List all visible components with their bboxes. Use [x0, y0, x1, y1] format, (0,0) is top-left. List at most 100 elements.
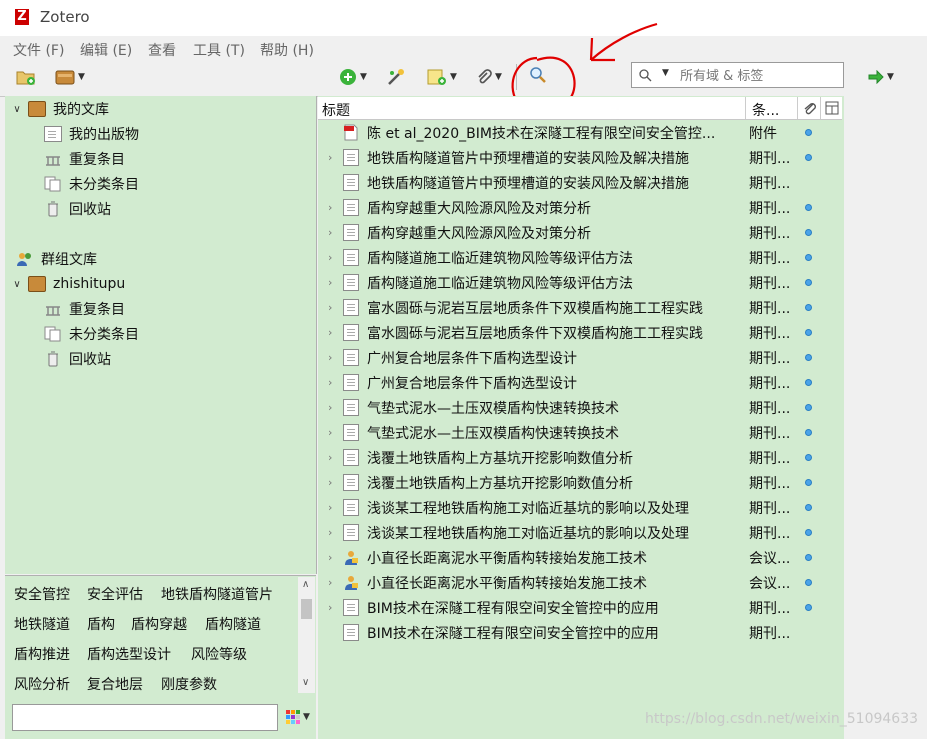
attachment-status-dot[interactable]	[805, 579, 812, 586]
item-row[interactable]: › 地铁盾构隧道管片中预埋槽道的安装风险及解决措施 期刊...	[318, 145, 842, 170]
attachment-status-dot[interactable]	[805, 529, 812, 536]
search-mode-dropdown-icon[interactable]: ▼	[662, 68, 669, 78]
tag[interactable]: 安全管控	[14, 584, 70, 604]
item-row[interactable]: › 气垫式泥水—土压双模盾构快速转换技术 期刊...	[318, 420, 842, 445]
attachment-icon[interactable]	[803, 100, 817, 116]
attachment-status-dot[interactable]	[805, 554, 812, 561]
tag[interactable]: 复合地层	[87, 674, 143, 694]
item-row[interactable]: › 盾构穿越重大风险源风险及对策分析 期刊...	[318, 220, 842, 245]
chevron-right-icon[interactable]: ›	[328, 326, 332, 339]
tag-actions-button[interactable]: ▼	[286, 710, 310, 724]
item-row[interactable]: › 富水圆砾与泥岩互层地质条件下双模盾构施工工程实践 期刊...	[318, 320, 842, 345]
column-title[interactable]: 标题	[322, 100, 350, 120]
chevron-right-icon[interactable]: ›	[328, 426, 332, 439]
new-collection-button[interactable]	[14, 66, 38, 88]
column-item-type[interactable]: 条...	[752, 100, 779, 120]
chevron-right-icon[interactable]: ›	[328, 226, 332, 239]
tree-duplicates[interactable]: 重复条目	[44, 147, 125, 171]
tag[interactable]: 盾构推进	[14, 644, 70, 664]
chevron-right-icon[interactable]: ›	[328, 301, 332, 314]
column-picker-icon[interactable]	[825, 101, 839, 115]
tag[interactable]: 盾构穿越	[131, 614, 187, 634]
chevron-right-icon[interactable]: ›	[328, 526, 332, 539]
search-input[interactable]	[678, 65, 842, 87]
chevron-up-icon[interactable]: ∧	[302, 579, 309, 590]
item-row[interactable]: › 富水圆砾与泥岩互层地质条件下双模盾构施工工程实践 期刊...	[318, 295, 842, 320]
attachment-status-dot[interactable]	[805, 454, 812, 461]
item-row[interactable]: › 气垫式泥水—土压双模盾构快速转换技术 期刊...	[318, 395, 842, 420]
tree-my-library[interactable]: ∨ 我的文库	[12, 97, 109, 121]
item-row[interactable]: › 浅覆土地铁盾构上方基坑开挖影响数值分析 期刊...	[318, 445, 842, 470]
item-row[interactable]: › 浅谈某工程地铁盾构施工对临近基坑的影响以及处理 期刊...	[318, 520, 842, 545]
menu-file[interactable]: 文件 (F)	[13, 40, 64, 60]
chevron-down-icon[interactable]: ∨	[302, 677, 309, 688]
attachment-status-dot[interactable]	[805, 504, 812, 511]
chevron-right-icon[interactable]: ›	[328, 251, 332, 264]
attachment-status-dot[interactable]	[805, 129, 812, 136]
tree-unfiled[interactable]: 未分类条目	[44, 172, 139, 196]
item-row[interactable]: › 盾构穿越重大风险源风险及对策分析 期刊...	[318, 195, 842, 220]
item-row[interactable]: › 盾构隧道施工临近建筑物风险等级评估方法 期刊...	[318, 270, 842, 295]
item-row[interactable]: 陈 et al_2020_BIM技术在深隧工程有限空间安全管控... 附件	[318, 120, 842, 145]
attachment-status-dot[interactable]	[805, 479, 812, 486]
tag-filter-input[interactable]	[12, 704, 278, 731]
new-item-button[interactable]: ▼	[334, 66, 372, 88]
tag[interactable]: 盾构选型设计	[87, 644, 171, 664]
tag[interactable]: 风险等级	[191, 644, 247, 664]
tag[interactable]: 地铁盾构隧道管片	[161, 584, 273, 604]
add-by-identifier-button[interactable]	[384, 66, 408, 88]
menu-edit[interactable]: 编辑 (E)	[80, 40, 132, 60]
attachment-status-dot[interactable]	[805, 254, 812, 261]
menu-view[interactable]: 查看	[148, 40, 176, 60]
attachment-status-dot[interactable]	[805, 304, 812, 311]
attachment-status-dot[interactable]	[805, 604, 812, 611]
tag[interactable]: 盾构隧道	[205, 614, 261, 634]
chevron-right-icon[interactable]: ›	[328, 551, 332, 564]
item-row[interactable]: 地铁盾构隧道管片中预埋槽道的安装风险及解决措施 期刊...	[318, 170, 842, 195]
chevron-down-icon[interactable]: ∨	[12, 104, 22, 115]
item-row[interactable]: BIM技术在深隧工程有限空间安全管控中的应用 期刊...	[318, 620, 842, 645]
tag[interactable]: 刚度参数	[161, 674, 217, 694]
tree-my-publications[interactable]: 我的出版物	[44, 122, 139, 146]
chevron-right-icon[interactable]: ›	[328, 351, 332, 364]
tree-group-zhishitupu[interactable]: ∨ zhishitupu	[12, 272, 125, 296]
attachment-status-dot[interactable]	[805, 279, 812, 286]
tree-group-trash[interactable]: 回收站	[44, 347, 111, 371]
new-library-button[interactable]: ▼	[50, 66, 90, 88]
scrollbar-thumb[interactable]	[301, 599, 312, 619]
chevron-right-icon[interactable]: ›	[328, 376, 332, 389]
new-note-button[interactable]: ▼	[422, 66, 462, 88]
attachment-status-dot[interactable]	[805, 154, 812, 161]
chevron-right-icon[interactable]: ›	[328, 476, 332, 489]
locate-button[interactable]: ▼	[862, 66, 900, 88]
menu-tools[interactable]: 工具 (T)	[193, 40, 245, 60]
chevron-right-icon[interactable]: ›	[328, 201, 332, 214]
item-row[interactable]: › 浅覆土地铁盾构上方基坑开挖影响数值分析 期刊...	[318, 470, 842, 495]
item-row[interactable]: › BIM技术在深隧工程有限空间安全管控中的应用 期刊...	[318, 595, 842, 620]
tree-group-duplicates[interactable]: 重复条目	[44, 297, 125, 321]
item-row[interactable]: › 盾构隧道施工临近建筑物风险等级评估方法 期刊...	[318, 245, 842, 270]
tag[interactable]: 安全评估	[87, 584, 143, 604]
item-row[interactable]: › 广州复合地层条件下盾构选型设计 期刊...	[318, 370, 842, 395]
tag[interactable]: 风险分析	[14, 674, 70, 694]
item-row[interactable]: › 小直径长距离泥水平衡盾构转接始发施工技术 会议...	[318, 570, 842, 595]
item-row[interactable]: › 小直径长距离泥水平衡盾构转接始发施工技术 会议...	[318, 545, 842, 570]
attachment-status-dot[interactable]	[805, 404, 812, 411]
attachment-status-dot[interactable]	[805, 429, 812, 436]
attachment-status-dot[interactable]	[805, 229, 812, 236]
attachment-status-dot[interactable]	[805, 354, 812, 361]
chevron-right-icon[interactable]: ›	[328, 401, 332, 414]
attachment-status-dot[interactable]	[805, 379, 812, 386]
item-row[interactable]: › 广州复合地层条件下盾构选型设计 期刊...	[318, 345, 842, 370]
chevron-right-icon[interactable]: ›	[328, 501, 332, 514]
chevron-right-icon[interactable]: ›	[328, 601, 332, 614]
chevron-right-icon[interactable]: ›	[328, 451, 332, 464]
chevron-right-icon[interactable]: ›	[328, 276, 332, 289]
item-row[interactable]: › 浅谈某工程地铁盾构施工对临近基坑的影响以及处理 期刊...	[318, 495, 842, 520]
attachment-status-dot[interactable]	[805, 329, 812, 336]
quick-search-box[interactable]: ▼	[631, 62, 844, 88]
tree-group-unfiled[interactable]: 未分类条目	[44, 322, 139, 346]
chevron-right-icon[interactable]: ›	[328, 151, 332, 164]
chevron-right-icon[interactable]: ›	[328, 576, 332, 589]
tree-trash[interactable]: 回收站	[44, 197, 111, 221]
